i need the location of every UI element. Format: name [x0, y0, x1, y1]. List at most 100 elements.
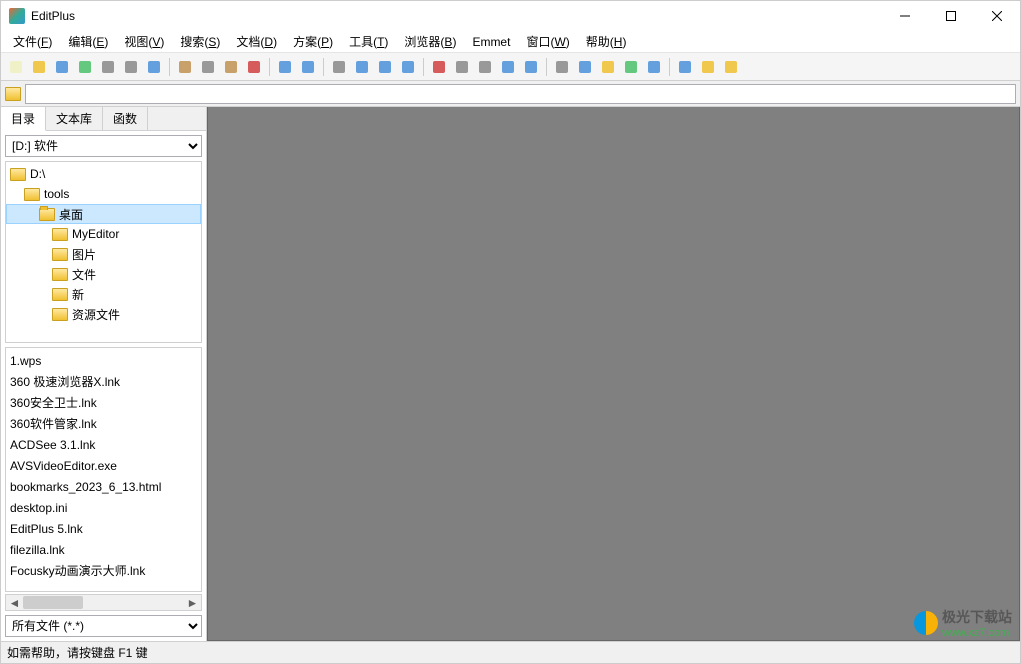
minimize-button[interactable]	[882, 1, 928, 31]
redo-button[interactable]	[297, 56, 319, 78]
sidebar-tab-函数[interactable]: 函数	[103, 107, 148, 130]
folder-icon	[52, 288, 68, 301]
file-item[interactable]: AVSVideoEditor.exe	[10, 455, 197, 476]
file-item[interactable]: ACDSee 3.1.lnk	[10, 434, 197, 455]
word-wrap-button[interactable]	[451, 56, 473, 78]
open-file-button[interactable]	[28, 56, 50, 78]
file-item[interactable]: Focusky动画演示大师.lnk	[10, 560, 197, 581]
tree-item-label: tools	[44, 187, 69, 201]
window-controls	[882, 1, 1020, 31]
scroll-left-icon[interactable]: ◄	[6, 595, 23, 610]
refresh-button[interactable]	[697, 56, 719, 78]
file-list[interactable]: 1.wps360 极速浏览器X.lnk360安全卫士.lnk360软件管家.ln…	[5, 347, 202, 592]
print-button[interactable]	[97, 56, 119, 78]
main-area: 目录文本库函数 [D:] 软件 D:\ tools 桌面 MyEditor 图片文件新资…	[1, 107, 1020, 641]
toggle-button[interactable]	[143, 56, 165, 78]
outdent-button[interactable]	[520, 56, 542, 78]
tree-item[interactable]: tools	[6, 184, 201, 204]
tree-item[interactable]: 桌面	[6, 204, 201, 224]
menu-F[interactable]: 文件(F)	[5, 31, 60, 52]
file-filter[interactable]: 所有文件 (*.*)	[5, 615, 202, 637]
menu-Emmet[interactable]: Emmet	[464, 33, 518, 51]
undo-button[interactable]	[274, 56, 296, 78]
status-text: 如需帮助，请按键盘 F1 键	[7, 644, 148, 661]
font-button[interactable]	[428, 56, 450, 78]
window-3-button[interactable]	[620, 56, 642, 78]
print-preview-button[interactable]	[120, 56, 142, 78]
find-next-icon	[354, 59, 370, 75]
file-item[interactable]: bookmarks_2023_6_13.html	[10, 476, 197, 497]
menu-E[interactable]: 编辑(E)	[60, 31, 116, 52]
file-item[interactable]: desktop.ini	[10, 497, 197, 518]
tree-item[interactable]: 资源文件	[6, 304, 201, 324]
file-list-hscroll[interactable]: ◄ ►	[5, 594, 202, 611]
titlebar: EditPlus	[1, 1, 1020, 31]
window-1-button[interactable]	[574, 56, 596, 78]
filter-select[interactable]: 所有文件 (*.*)	[5, 615, 202, 637]
file-item[interactable]: EditPlus 5.lnk	[10, 518, 197, 539]
paste-button[interactable]	[220, 56, 242, 78]
save-button[interactable]	[51, 56, 73, 78]
folder-tree[interactable]: D:\ tools 桌面 MyEditor 图片文件新资源文件	[5, 161, 202, 343]
menu-P[interactable]: 方案(P)	[285, 31, 341, 52]
toolbar-separator	[546, 58, 547, 76]
addressbar	[1, 81, 1020, 107]
menu-B[interactable]: 浏览器(B)	[396, 31, 464, 52]
goto-button[interactable]	[397, 56, 419, 78]
new-file-button[interactable]	[5, 56, 27, 78]
menu-D[interactable]: 文档(D)	[228, 31, 285, 52]
copy-button[interactable]	[197, 56, 219, 78]
file-item[interactable]: 360安全卫士.lnk	[10, 392, 197, 413]
browser-button[interactable]	[674, 56, 696, 78]
menu-S[interactable]: 搜索(S)	[172, 31, 228, 52]
menu-W[interactable]: 窗口(W)	[518, 31, 577, 52]
tree-item[interactable]: D:\	[6, 164, 201, 184]
tree-item[interactable]: MyEditor	[6, 224, 201, 244]
sidebar: 目录文本库函数 [D:] 软件 D:\ tools 桌面 MyEditor 图片文件新资…	[1, 107, 207, 641]
find-next-button[interactable]	[351, 56, 373, 78]
replace-button[interactable]	[374, 56, 396, 78]
app-icon	[9, 8, 25, 24]
tree-item-label: D:\	[30, 167, 45, 181]
delete-button[interactable]	[243, 56, 265, 78]
drive-selector[interactable]: [D:] 软件	[5, 135, 202, 157]
statusbar: 如需帮助，请按键盘 F1 键	[1, 641, 1020, 663]
folder-icon	[52, 268, 68, 281]
menu-V[interactable]: 视图(V)	[116, 31, 172, 52]
file-item[interactable]: 360软件管家.lnk	[10, 413, 197, 434]
window-4-button[interactable]	[643, 56, 665, 78]
close-button[interactable]	[974, 1, 1020, 31]
scroll-right-icon[interactable]: ►	[184, 595, 201, 610]
tree-item-label: MyEditor	[72, 227, 119, 241]
indent-button[interactable]	[497, 56, 519, 78]
menubar: 文件(F)编辑(E)视图(V)搜索(S)文档(D)方案(P)工具(T)浏览器(B…	[1, 31, 1020, 53]
goto-icon	[400, 59, 416, 75]
menu-T[interactable]: 工具(T)	[341, 31, 396, 52]
app-title: EditPlus	[31, 9, 882, 23]
scroll-thumb[interactable]	[23, 596, 83, 609]
whitespace-button[interactable]	[474, 56, 496, 78]
tree-item[interactable]: 文件	[6, 264, 201, 284]
tree-item[interactable]: 新	[6, 284, 201, 304]
window-2-button[interactable]	[597, 56, 619, 78]
maximize-button[interactable]	[928, 1, 974, 31]
menu-H[interactable]: 帮助(H)	[578, 31, 635, 52]
paste-icon	[223, 59, 239, 75]
file-item[interactable]: filezilla.lnk	[10, 539, 197, 560]
help-button[interactable]	[720, 56, 742, 78]
word-wrap-icon	[454, 59, 470, 75]
delete-icon	[246, 59, 262, 75]
save-all-button[interactable]	[74, 56, 96, 78]
find-button[interactable]	[328, 56, 350, 78]
cut-button[interactable]	[174, 56, 196, 78]
sidebar-tab-文本库[interactable]: 文本库	[46, 107, 103, 130]
file-item[interactable]: 1.wps	[10, 350, 197, 371]
settings-button[interactable]	[551, 56, 573, 78]
save-all-icon	[77, 59, 93, 75]
file-item[interactable]: 360 极速浏览器X.lnk	[10, 371, 197, 392]
tree-item-label: 文件	[72, 266, 96, 283]
sidebar-tab-目录[interactable]: 目录	[1, 107, 46, 131]
address-input[interactable]	[25, 84, 1016, 104]
tree-item[interactable]: 图片	[6, 244, 201, 264]
drive-select[interactable]: [D:] 软件	[5, 135, 202, 157]
